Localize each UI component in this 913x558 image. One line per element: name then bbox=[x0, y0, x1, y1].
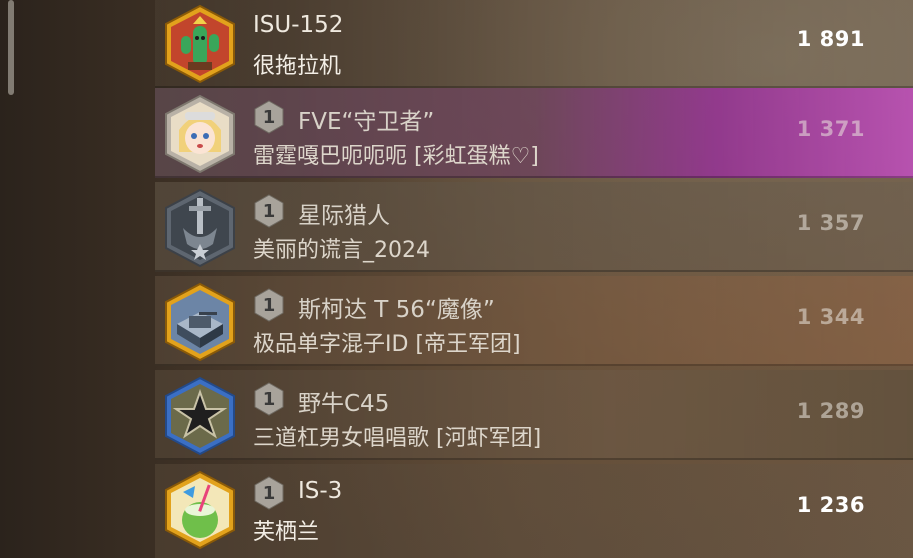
leaderboard-row[interactable]: 1 IS-3 芙栖兰 1 236 bbox=[155, 464, 913, 558]
vehicle-name: ISU-152 bbox=[253, 12, 344, 38]
cactus-emblem-icon bbox=[163, 4, 237, 84]
player-name: 很拖拉机 bbox=[253, 54, 342, 79]
player-name: 三道杠男女唱唱歌 [河虾军团] bbox=[253, 426, 542, 451]
rank-number: 1 bbox=[262, 295, 276, 316]
leaderboard-row[interactable]: 1 FVE“守卫者” 雷霆嘎巴呃呃呃 [彩虹蛋糕♡] 1 371 bbox=[155, 88, 913, 178]
score: 1 357 bbox=[796, 211, 865, 235]
rank-badge: 1 bbox=[253, 288, 285, 322]
leaderboard-row[interactable]: 1 野牛C45 三道杠男女唱唱歌 [河虾军团] 1 289 bbox=[155, 370, 913, 460]
score: 1 371 bbox=[796, 117, 865, 141]
rank-number: 1 bbox=[262, 389, 276, 410]
player-name: 雷霆嘎巴呃呃呃 [彩虹蛋糕♡] bbox=[253, 144, 539, 169]
vehicle-name: 野牛C45 bbox=[298, 391, 390, 417]
sword-badge-icon bbox=[163, 188, 237, 268]
rank-badge: 1 bbox=[253, 382, 285, 416]
vehicle-name: 斯柯达 T 56“魔像” bbox=[298, 297, 495, 323]
leaderboard-list: ISU-152 很拖拉机 1 891 1 FVE“守卫者” 雷霆嘎巴呃呃呃 [彩… bbox=[155, 0, 913, 558]
score: 1 891 bbox=[796, 27, 865, 51]
vehicle-name: IS-3 bbox=[298, 478, 343, 504]
rank-number: 1 bbox=[262, 483, 276, 504]
score: 1 344 bbox=[796, 305, 865, 329]
rank-badge: 1 bbox=[253, 194, 285, 228]
score: 1 289 bbox=[796, 399, 865, 423]
player-name: 美丽的谎言_2024 bbox=[253, 238, 430, 263]
leaderboard-row[interactable]: ISU-152 很拖拉机 1 891 bbox=[155, 0, 913, 88]
score: 1 236 bbox=[796, 493, 865, 517]
rank-badge: 1 bbox=[253, 476, 285, 510]
anime-girl-avatar-icon bbox=[163, 94, 237, 174]
star-emblem-icon bbox=[163, 376, 237, 456]
leaderboard-row[interactable]: 1 星际猎人 美丽的谎言_2024 1 357 bbox=[155, 182, 913, 272]
vehicle-name: FVE“守卫者” bbox=[298, 109, 435, 135]
scrollbar[interactable] bbox=[8, 0, 14, 95]
tank-diorama-icon bbox=[163, 282, 237, 362]
vehicle-name: 星际猎人 bbox=[298, 203, 390, 229]
rank-badge: 1 bbox=[253, 100, 285, 134]
rank-number: 1 bbox=[262, 107, 276, 128]
leaderboard-row[interactable]: 1 斯柯达 T 56“魔像” 极品单字混子ID [帝王军团] 1 344 bbox=[155, 276, 913, 366]
player-name: 极品单字混子ID [帝王军团] bbox=[253, 332, 521, 357]
coconut-drink-icon bbox=[163, 470, 237, 550]
rank-number: 1 bbox=[262, 201, 276, 222]
player-name: 芙栖兰 bbox=[253, 520, 320, 545]
